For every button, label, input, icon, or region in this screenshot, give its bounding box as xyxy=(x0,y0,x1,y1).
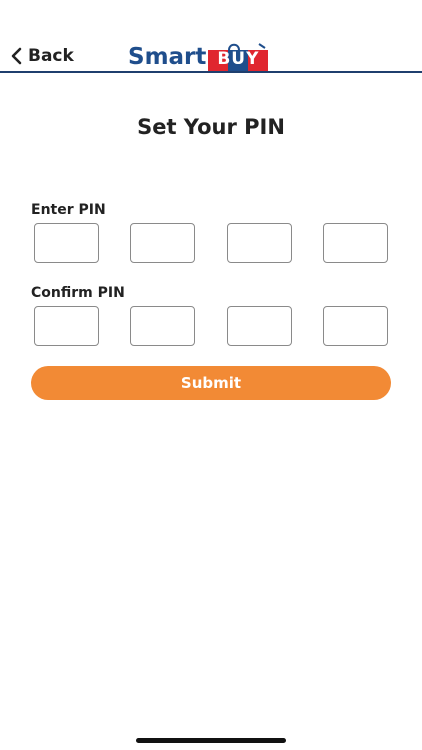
submit-button[interactable]: Submit xyxy=(31,366,391,400)
page-title: Set Your PIN xyxy=(137,115,285,139)
back-label: Back xyxy=(28,46,74,66)
confirm-pin-row xyxy=(34,306,388,346)
header-divider xyxy=(0,71,422,73)
logo-smart-text: Smart xyxy=(128,44,207,70)
enter-pin-label: Enter PIN xyxy=(31,202,106,218)
enter-pin-digit-3[interactable] xyxy=(227,223,292,263)
confirm-pin-digit-4[interactable] xyxy=(323,306,388,346)
enter-pin-row xyxy=(34,223,388,263)
logo-buy-text: BUY xyxy=(217,49,260,69)
logo-bag-icon: BUY xyxy=(207,42,269,72)
confirm-pin-label: Confirm PIN xyxy=(31,285,125,301)
home-indicator xyxy=(136,738,286,743)
enter-pin-digit-4[interactable] xyxy=(323,223,388,263)
app-header: Back Smart BUY xyxy=(0,0,422,73)
enter-pin-digit-2[interactable] xyxy=(130,223,195,263)
enter-pin-digit-1[interactable] xyxy=(34,223,99,263)
smartbuy-logo: Smart BUY xyxy=(128,40,269,72)
chevron-left-icon xyxy=(8,45,24,67)
back-button[interactable]: Back xyxy=(8,42,74,70)
confirm-pin-digit-1[interactable] xyxy=(34,306,99,346)
confirm-pin-digit-2[interactable] xyxy=(130,306,195,346)
confirm-pin-digit-3[interactable] xyxy=(227,306,292,346)
